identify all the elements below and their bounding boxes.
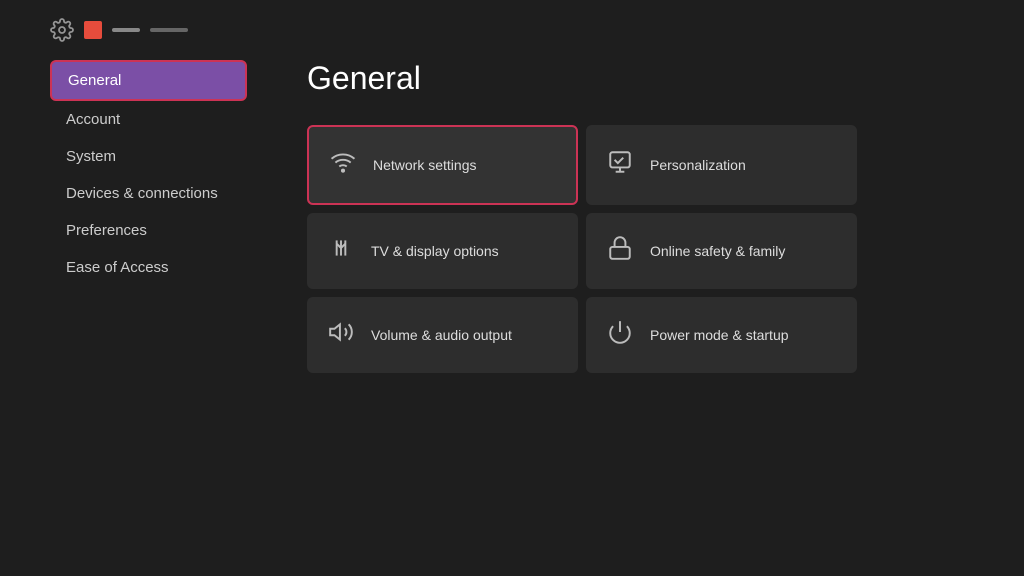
tv-display-icon	[327, 235, 355, 267]
online-safety-label: Online safety & family	[650, 243, 785, 259]
sidebar-item-preferences[interactable]: Preferences	[50, 212, 247, 249]
sidebar-item-account[interactable]: Account	[50, 101, 247, 138]
header-bar	[0, 0, 1024, 60]
power-label: Power mode & startup	[650, 327, 789, 343]
network-icon	[329, 149, 357, 181]
power-tile[interactable]: Power mode & startup	[586, 297, 857, 373]
page-title: General	[307, 60, 984, 97]
personalization-tile[interactable]: Personalization	[586, 125, 857, 205]
personalization-icon	[606, 149, 634, 181]
dash-icon-2	[150, 28, 188, 32]
tv-display-label: TV & display options	[371, 243, 499, 259]
personalization-label: Personalization	[650, 157, 746, 173]
sidebar: General Account System Devices & connect…	[0, 60, 267, 568]
volume-label: Volume & audio output	[371, 327, 512, 343]
sidebar-item-general[interactable]: General	[50, 60, 247, 101]
main-layout: General Account System Devices & connect…	[0, 60, 1024, 568]
sidebar-item-ease[interactable]: Ease of Access	[50, 249, 247, 286]
online-safety-icon	[606, 235, 634, 267]
network-settings-tile[interactable]: Network settings	[307, 125, 578, 205]
volume-icon	[327, 319, 355, 351]
volume-tile[interactable]: Volume & audio output	[307, 297, 578, 373]
tv-display-tile[interactable]: TV & display options	[307, 213, 578, 289]
sidebar-item-system[interactable]: System	[50, 138, 247, 175]
network-settings-label: Network settings	[373, 157, 476, 173]
gear-icon	[50, 18, 74, 42]
online-safety-tile[interactable]: Online safety & family	[586, 213, 857, 289]
dash-icon-1	[112, 28, 140, 32]
content-area: General Network settings	[267, 60, 1024, 568]
sidebar-item-devices[interactable]: Devices & connections	[50, 175, 247, 212]
red-square-icon	[84, 21, 102, 39]
power-icon	[606, 319, 634, 351]
header-icons	[50, 18, 188, 42]
settings-grid: Network settings Personalization	[307, 125, 857, 373]
